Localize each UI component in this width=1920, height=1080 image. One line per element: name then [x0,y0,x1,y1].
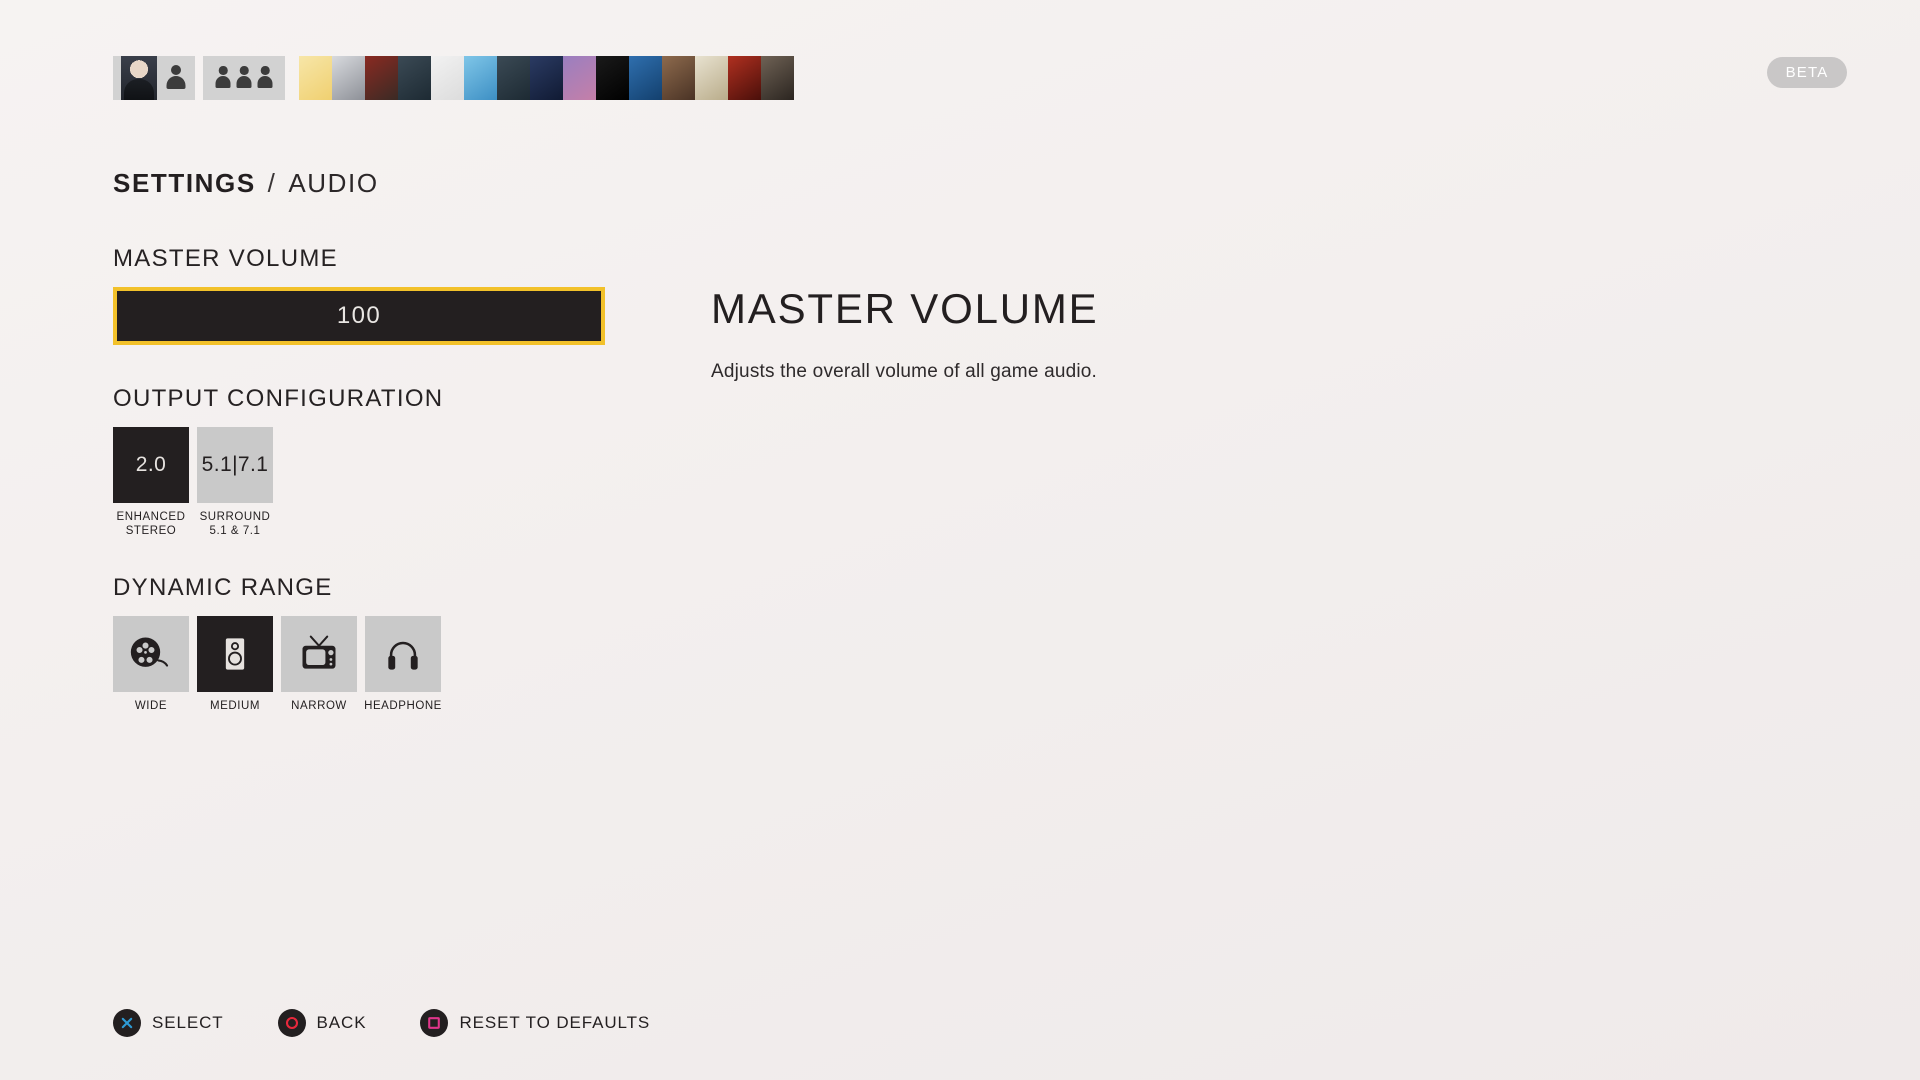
dynamic-range-heading: DYNAMIC RANGE [113,574,333,601]
option-tile-text: 2.0 [135,453,167,476]
television-icon [302,635,336,669]
speaker-icon [225,638,245,670]
option-label: WIDE [134,700,168,712]
red-haired-avatar[interactable] [728,56,761,100]
option-label: ENHANCED STEREO [116,511,186,537]
option-label: HEADPHONE [364,700,442,712]
red-beret-avatar[interactable] [365,56,398,100]
text-51-71[interactable]: 5.1|7.1 [197,427,273,503]
option-tile-text: 5.1|7.1 [201,453,269,476]
action-reset-to-defaults[interactable]: RESET TO DEFAULTS [420,1009,650,1037]
dynamic-range-section: DYNAMIC RANGE WIDE MEDIUM NARROW HEADPHONE [113,574,613,714]
dynamic-range-tile-narrow[interactable] [281,616,357,692]
output-config-option-1[interactable]: 5.1|7.1 SURROUND 5.1 & 7.1 [197,427,273,538]
option-label: NARROW [291,700,347,712]
anime-character-avatar[interactable] [530,56,563,100]
cartoon-kid-avatar[interactable] [464,56,497,100]
output-config-option-0[interactable]: 2.0 ENHANCED STEREO [113,427,189,538]
action-bar: SELECT BACK RESET TO DEFAULTS [113,1009,650,1037]
group-silhouette-icon-2 [236,66,253,90]
playstation-square-icon [428,1017,441,1029]
playstation-cross-icon [113,1009,141,1037]
action-label: RESET TO DEFAULTS [459,1013,651,1032]
party-selector-tile[interactable] [203,56,285,100]
top-bar: BETA [0,0,1920,116]
detail-description: Adjusts the overall volume of all game a… [711,361,1098,382]
dynamic-range-option-3[interactable]: HEADPHONE [364,616,442,714]
master-volume-heading: MASTER VOLUME [113,245,338,272]
raccoon-thief-avatar[interactable] [629,56,662,100]
option-label: MEDIUM [210,700,260,712]
dynamic-range-tile-medium[interactable] [197,616,273,692]
avatar-gallery [299,56,794,100]
detail-title: MASTER VOLUME [711,285,1099,332]
action-select[interactable]: SELECT [113,1009,224,1037]
tiger-face-avatar[interactable] [299,56,332,100]
male-portrait-avatar[interactable] [761,56,794,100]
profile-photo [121,56,157,100]
dynamic-range-tile-wide[interactable] [113,616,189,692]
playstation-circle-icon [285,1016,298,1030]
penguin-avatar[interactable] [431,56,464,100]
master-volume-value: 100 [336,302,382,329]
avatar-strip [113,56,794,100]
breadcrumb: SETTINGS / AUDIO [113,168,379,199]
action-label: SELECT [152,1013,224,1032]
breadcrumb-separator: / [267,168,277,198]
group-silhouette-icon-1 [215,66,232,90]
dynamic-range-option-2[interactable]: NARROW [281,616,357,714]
breadcrumb-leaf: AUDIO [288,168,379,198]
settings-column: MASTER VOLUME 100 OUTPUT CONFIGURATION 2… [113,245,613,714]
playstation-square-icon [420,1009,449,1037]
detail-panel: MASTER VOLUME Adjusts the overall volume… [711,285,1471,383]
purple-dragon-avatar[interactable] [563,56,596,100]
action-label: BACK [316,1013,367,1032]
playstation-circle-icon [277,1009,306,1037]
white-masked-avatar[interactable] [695,56,728,100]
film-reel-icon [130,637,169,667]
master-volume-section: MASTER VOLUME 100 [113,245,613,345]
dynamic-range-options: WIDE MEDIUM NARROW HEADPHONE [113,616,613,714]
master-volume-slider[interactable]: 100 [113,287,605,345]
action-back[interactable]: BACK [277,1009,367,1037]
camo-soldier-avatar[interactable] [398,56,431,100]
headphones-icon [388,641,418,670]
beta-badge: BETA [1767,57,1847,88]
output-configuration-options: 2.0 ENHANCED STEREO 5.1|7.1 SURROUND 5.1 & … [113,427,613,538]
hooded-assassin-avatar[interactable] [332,56,365,100]
camo-soldier-2-avatar[interactable] [497,56,530,100]
playstation-cross-icon [121,1017,133,1029]
dynamic-range-option-0[interactable]: WIDE [113,616,189,714]
dynamic-range-option-1[interactable]: MEDIUM [197,616,273,714]
output-configuration-heading: OUTPUT CONFIGURATION [113,385,444,412]
option-label: SURROUND 5.1 & 7.1 [199,511,271,537]
helmet-emblem-avatar[interactable] [596,56,629,100]
group-silhouette-icon-3 [257,66,274,90]
dynamic-range-tile-headphone[interactable] [365,616,441,692]
output-configuration-section: OUTPUT CONFIGURATION 2.0 ENHANCED STEREO 5… [113,385,613,538]
profile-selector-tile[interactable] [113,56,195,100]
text-2-0[interactable]: 2.0 [113,427,189,503]
bearded-hero-avatar[interactable] [662,56,695,100]
breadcrumb-root[interactable]: SETTINGS [113,168,256,198]
person-silhouette-icon [165,65,187,91]
